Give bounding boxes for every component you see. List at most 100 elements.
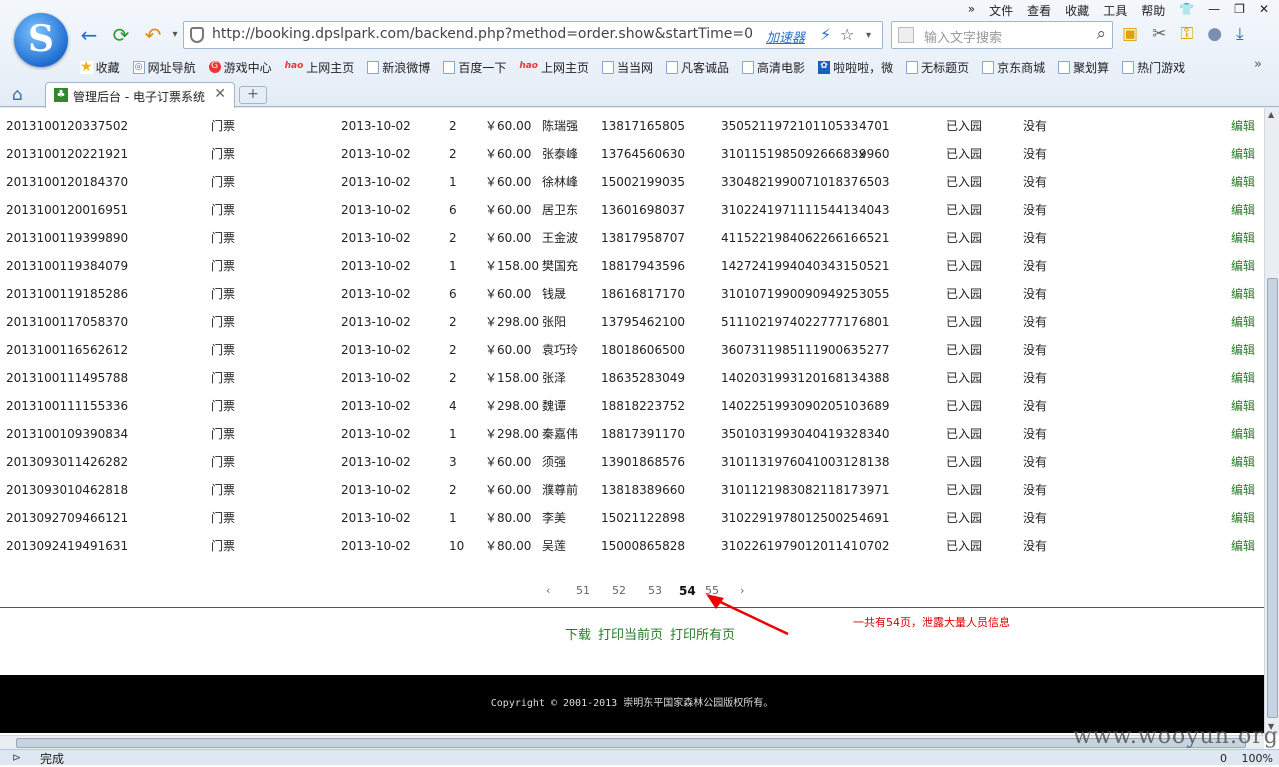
order-id: 2013100120337502: [6, 119, 129, 133]
menu-tools[interactable]: 工具: [1103, 2, 1127, 19]
edit-link[interactable]: 编辑: [1231, 448, 1255, 476]
edit-link[interactable]: 编辑: [1231, 196, 1255, 224]
menu-favorites[interactable]: 收藏: [1065, 2, 1089, 19]
edit-link[interactable]: 编辑: [1231, 392, 1255, 420]
bookmark-item[interactable]: 当当网: [602, 57, 666, 77]
url-text[interactable]: http://booking.dpslpark.com/backend.php?…: [212, 26, 752, 42]
bookmarks-more-icon[interactable]: »: [1254, 57, 1262, 72]
bookmark-item[interactable]: G 游戏中心: [208, 57, 285, 77]
edit-link[interactable]: 编辑: [1231, 140, 1255, 168]
refresh-icon[interactable]: ⟳: [110, 24, 132, 46]
key-icon[interactable]: ⚿: [1180, 24, 1193, 44]
quantity: 3: [449, 455, 457, 469]
vertical-scrollbar[interactable]: ▲ ▼: [1264, 108, 1279, 735]
menu-help[interactable]: 帮助: [1141, 2, 1165, 19]
quantity: 6: [449, 287, 457, 301]
browser-logo-icon[interactable]: S: [14, 13, 68, 67]
skin-icon[interactable]: 👕: [1179, 2, 1194, 19]
order-id: 2013100109390834: [6, 427, 129, 441]
back-icon[interactable]: ←: [78, 24, 100, 46]
scroll-thumb[interactable]: [16, 738, 1246, 748]
pager-page[interactable]: 53: [648, 584, 662, 597]
pager-page[interactable]: 52: [612, 584, 626, 597]
edit-link[interactable]: 编辑: [1231, 224, 1255, 252]
visit-date: 2013-10-02: [341, 511, 411, 525]
ticket-type: 门票: [211, 287, 236, 301]
bookmark-item[interactable]: 无标题页: [906, 57, 982, 77]
lightning-icon[interactable]: ⚡: [820, 25, 831, 44]
close-icon[interactable]: ✕: [1259, 2, 1269, 19]
tab-admin[interactable]: ♣ 管理后台 - 电子订票系统 ✕: [45, 82, 235, 108]
table-row: 2013100117058370 门票 2013-10-02 2 ￥298.00 张阳 13…: [0, 308, 1264, 336]
undo-icon[interactable]: ↶: [142, 24, 164, 46]
bookmark-item[interactable]: 热门游戏: [1122, 57, 1198, 77]
expand-icon[interactable]: »: [968, 2, 975, 19]
id-card-number: 330482199007101837: [721, 175, 859, 189]
edit-link[interactable]: 编辑: [1231, 420, 1255, 448]
remark: 没有: [1023, 287, 1048, 301]
more-options-icon[interactable]: ●: [1207, 24, 1222, 44]
home-icon[interactable]: ⌂: [12, 85, 23, 105]
bookmark-item[interactable]: 凡客诚品: [666, 57, 742, 77]
accelerator-link[interactable]: 加速器: [766, 27, 805, 46]
bookmark-item[interactable]: hao 上网主页: [285, 57, 368, 77]
remark: 没有: [1023, 259, 1048, 273]
sidebar-toggle-icon[interactable]: ⊳: [12, 750, 21, 766]
minimize-icon[interactable]: —: [1208, 2, 1220, 19]
customer-name: 王金波: [542, 231, 579, 245]
id-card-number: 310115198509266683x: [721, 147, 866, 161]
entry-status: 已入园: [946, 147, 983, 161]
bookmark-item[interactable]: 高清电影: [742, 57, 818, 77]
pager-page[interactable]: 51: [576, 584, 590, 597]
bookmark-item[interactable]: 聚划算: [1058, 57, 1122, 77]
ticket-type: 门票: [211, 511, 236, 525]
edit-link[interactable]: 编辑: [1231, 336, 1255, 364]
bookmark-icon[interactable]: ▣: [1122, 24, 1138, 44]
pager-prev[interactable]: ‹: [546, 584, 550, 597]
search-icon[interactable]: ⌕: [1096, 24, 1106, 44]
menu-file[interactable]: 文件: [989, 2, 1013, 19]
ticket-type: 门票: [211, 203, 236, 217]
print-current-link[interactable]: 打印当前页: [598, 624, 663, 643]
price: ￥60.00: [485, 231, 532, 245]
edit-link[interactable]: 编辑: [1231, 252, 1255, 280]
star-icon[interactable]: ☆: [840, 25, 854, 44]
quantity: 1: [449, 259, 457, 273]
scissors-icon[interactable]: ✂: [1152, 24, 1166, 44]
edit-link[interactable]: 编辑: [1231, 532, 1255, 560]
bookmark-item[interactable]: hao 上网主页: [519, 57, 602, 77]
edit-link[interactable]: 编辑: [1231, 364, 1255, 392]
price: ￥60.00: [485, 119, 532, 133]
bookmark-item[interactable]: 新浪微博: [367, 57, 443, 77]
edit-link[interactable]: 编辑: [1231, 168, 1255, 196]
close-tab-icon[interactable]: ✕: [214, 86, 226, 102]
edit-link[interactable]: 编辑: [1231, 476, 1255, 504]
pager-current-page[interactable]: 54: [679, 584, 696, 598]
menu-view[interactable]: 查看: [1027, 2, 1051, 19]
edit-link[interactable]: 编辑: [1231, 280, 1255, 308]
annotation-note: 一共有54页，泄露大量人员信息: [853, 616, 1010, 629]
download-icon[interactable]: ⤓: [1236, 24, 1244, 44]
search-box[interactable]: 输入文字搜索 ⌕: [891, 21, 1113, 49]
address-bar[interactable]: http://booking.dpslpark.com/backend.php?…: [183, 21, 883, 49]
id-card-number: 142724199404034315: [721, 259, 859, 273]
restore-icon[interactable]: ❐: [1234, 2, 1245, 19]
scroll-thumb[interactable]: [1267, 278, 1278, 718]
paw-icon: ✿: [818, 60, 831, 74]
edit-link[interactable]: 编辑: [1231, 112, 1255, 140]
bookmark-item[interactable]: ★ 收藏: [80, 57, 133, 77]
edit-link[interactable]: 编辑: [1231, 504, 1255, 532]
url-dropdown-icon[interactable]: ▾: [866, 30, 871, 41]
bookmark-item[interactable]: ◎ 网址导航: [132, 57, 209, 77]
new-tab-button[interactable]: +: [239, 86, 267, 104]
download-link[interactable]: 下载: [565, 624, 591, 643]
customer-name: 魏谭: [542, 399, 567, 413]
bookmark-item[interactable]: 京东商城: [982, 57, 1058, 77]
edit-link[interactable]: 编辑: [1231, 308, 1255, 336]
remark: 没有: [1023, 427, 1048, 441]
bookmark-item[interactable]: 百度一下: [443, 57, 519, 77]
scroll-up-icon[interactable]: ▲: [1268, 110, 1274, 119]
search-engine-icon[interactable]: [898, 27, 914, 43]
bookmark-item[interactable]: ✿ 啦啦啦，微: [818, 57, 906, 77]
visit-date: 2013-10-02: [341, 427, 411, 441]
